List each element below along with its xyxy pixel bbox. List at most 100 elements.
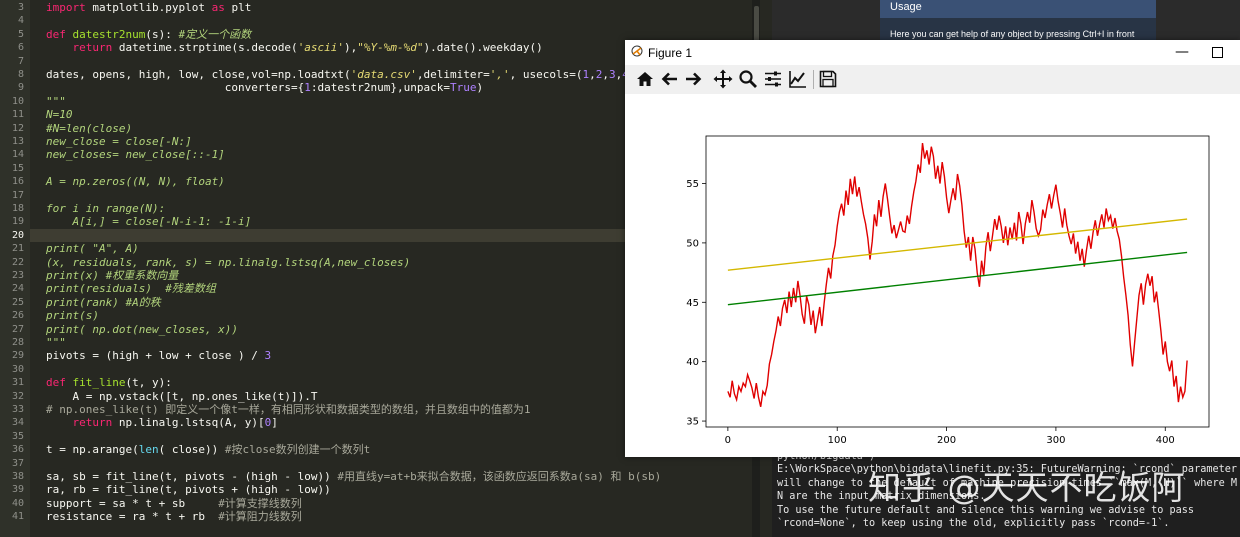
code-line[interactable]: t = np.arange(len( close)) #按close数列创建一个… [46, 443, 370, 456]
code-line[interactable]: pivots = (high + low + close ) / 3 [46, 349, 271, 362]
code-line[interactable]: dates, opens, high, low, close,vol=np.lo… [46, 68, 669, 81]
y-tick-label: 45 [686, 298, 699, 309]
code-line[interactable]: A[i,] = close[-N-i-1: -1-i] [46, 215, 251, 228]
zoom-icon[interactable] [738, 69, 758, 89]
line-number: 36 [11, 444, 24, 456]
line-number: 27 [11, 323, 24, 335]
code-line[interactable]: print(x) #权重系数向量 [46, 269, 178, 282]
line-number: 12 [11, 122, 24, 134]
code-line[interactable]: print(rank) #A的秩 [46, 296, 161, 309]
plot-canvas[interactable]: 0 100 200 300 400 35 40 45 50 55 [625, 94, 1240, 457]
code-line[interactable]: def fit_line(t, y): [46, 376, 172, 389]
x-tick-label: 300 [1046, 435, 1065, 446]
code-line[interactable]: """ [46, 336, 66, 349]
line-number: 10 [11, 95, 24, 107]
line-number: 29 [11, 350, 24, 362]
y-tick-label: 35 [686, 417, 699, 428]
code-line[interactable]: converters={1:datestr2num},unpack=True) [46, 81, 483, 94]
line-number: 21 [11, 243, 24, 255]
code-line[interactable]: def datestr2num(s): #定义一个函数 [46, 28, 251, 41]
home-icon[interactable] [635, 69, 655, 89]
code-line[interactable]: return datetime.strptime(s.decode('ascii… [46, 41, 543, 54]
console-output-line: `rcond=None`, to keep using the old, exp… [777, 518, 1170, 529]
code-line[interactable]: (x, residuals, rank, s) = np.linalg.lsts… [46, 256, 410, 269]
pan-icon[interactable] [713, 69, 733, 89]
code-line[interactable]: N=10 [46, 108, 73, 121]
line-number: 14 [11, 149, 24, 161]
code-line[interactable]: #N=len(close) [46, 122, 132, 135]
line-number: 23 [11, 270, 24, 281]
code-line[interactable]: resistance = ra * t + rb #计算阻力线数列 [46, 510, 302, 523]
line-number: 22 [11, 256, 24, 268]
back-arrow-icon[interactable] [660, 69, 680, 89]
line-number: 15 [11, 162, 24, 174]
minimize-button[interactable]: — [1172, 42, 1192, 62]
matplotlib-icon [631, 45, 643, 57]
code-line[interactable]: print( "A", A) [46, 242, 139, 255]
support-series-line [727, 251, 1188, 306]
line-number: 17 [11, 189, 24, 201]
line-number: 11 [11, 109, 24, 121]
code-line[interactable]: support = sa * t + sb #计算支撑线数列 [46, 497, 302, 510]
line-number: 20 [11, 229, 24, 241]
line-number: 37 [11, 457, 24, 469]
line-number: 28 [11, 337, 24, 348]
line-number: 38 [11, 471, 24, 482]
x-tick-label: 200 [937, 435, 956, 446]
line-number: 5 [17, 28, 24, 40]
code-line[interactable]: # np.ones_like(t) 即定义一个像t一样，有相同形状和数据类型的数… [46, 403, 530, 416]
line-number: 18 [11, 203, 24, 214]
y-tick-label: 50 [686, 238, 699, 249]
code-line[interactable]: """ [46, 95, 66, 108]
code-line[interactable]: import matplotlib.pyplot as plt [46, 1, 251, 14]
maximize-icon [1211, 47, 1223, 58]
code-line[interactable]: new_close = close[-N:] [46, 135, 192, 148]
figure-titlebar[interactable]: Figure 1 — [625, 40, 1240, 65]
code-line[interactable]: new_closes= new_close[::-1] [46, 148, 225, 161]
subplots-icon[interactable] [763, 69, 783, 89]
line-number: 26 [11, 310, 24, 322]
line-number: 6 [17, 42, 24, 54]
line-number: 25 [11, 296, 24, 308]
save-icon[interactable] [818, 69, 838, 89]
y-tick-label: 40 [686, 357, 699, 368]
code-line[interactable]: sa, sb = fit_line(t, pivots - (high - lo… [46, 470, 661, 483]
figure-window[interactable]: Figure 1 — 0 100 200 300 400 35 40 45 50… [625, 40, 1240, 457]
line-number: 34 [11, 417, 24, 429]
line-number: 24 [11, 283, 24, 295]
line-number: 8 [17, 69, 24, 80]
line-number: 13 [11, 136, 24, 147]
line-number: 19 [11, 216, 24, 228]
close-series-line [727, 143, 1188, 407]
code-line[interactable]: ra, rb = fit_line(t, pivots + (high - lo… [46, 483, 331, 496]
figure-title: Figure 1 [648, 46, 693, 60]
line-number: 3 [17, 2, 24, 13]
figure-toolbar [625, 65, 1240, 94]
code-line[interactable]: return np.linalg.lstsq(A, y)[0] [46, 416, 278, 429]
code-line[interactable]: print(s) [46, 309, 99, 322]
code-line[interactable]: for i in range(N): [46, 202, 165, 215]
line-number: 41 [11, 511, 24, 523]
code-line[interactable]: A = np.vstack([t, np.ones_like(t)]).T [46, 390, 317, 403]
line-number: 16 [11, 176, 24, 188]
x-tick-label: 100 [828, 435, 847, 446]
x-tick-label: 400 [1156, 435, 1175, 446]
line-number: 7 [17, 55, 24, 67]
line-number: 39 [11, 484, 24, 496]
toolbar-separator [813, 70, 814, 89]
code-line[interactable]: A = np.zeros((N, N), float) [46, 175, 225, 188]
y-tick-label: 55 [686, 179, 699, 190]
line-number: 35 [11, 430, 24, 442]
line-number: 40 [11, 497, 24, 509]
edit-axes-icon[interactable] [788, 69, 808, 89]
x-tick-label: 0 [725, 435, 731, 446]
watermark: 知乎 @天天不吃饭阿 [868, 468, 1186, 507]
forward-arrow-icon[interactable] [683, 69, 703, 89]
code-line[interactable]: print( np.dot(new_closes, x)) [46, 323, 238, 336]
line-number: 33 [11, 404, 24, 415]
maximize-button[interactable] [1207, 42, 1227, 62]
code-line[interactable]: print(residuals) #残差数组 [46, 282, 216, 295]
help-panel-text: Here you can get help of any object by p… [890, 29, 1135, 39]
help-panel-title: Usage [880, 0, 1156, 18]
line-number: 31 [11, 377, 24, 389]
